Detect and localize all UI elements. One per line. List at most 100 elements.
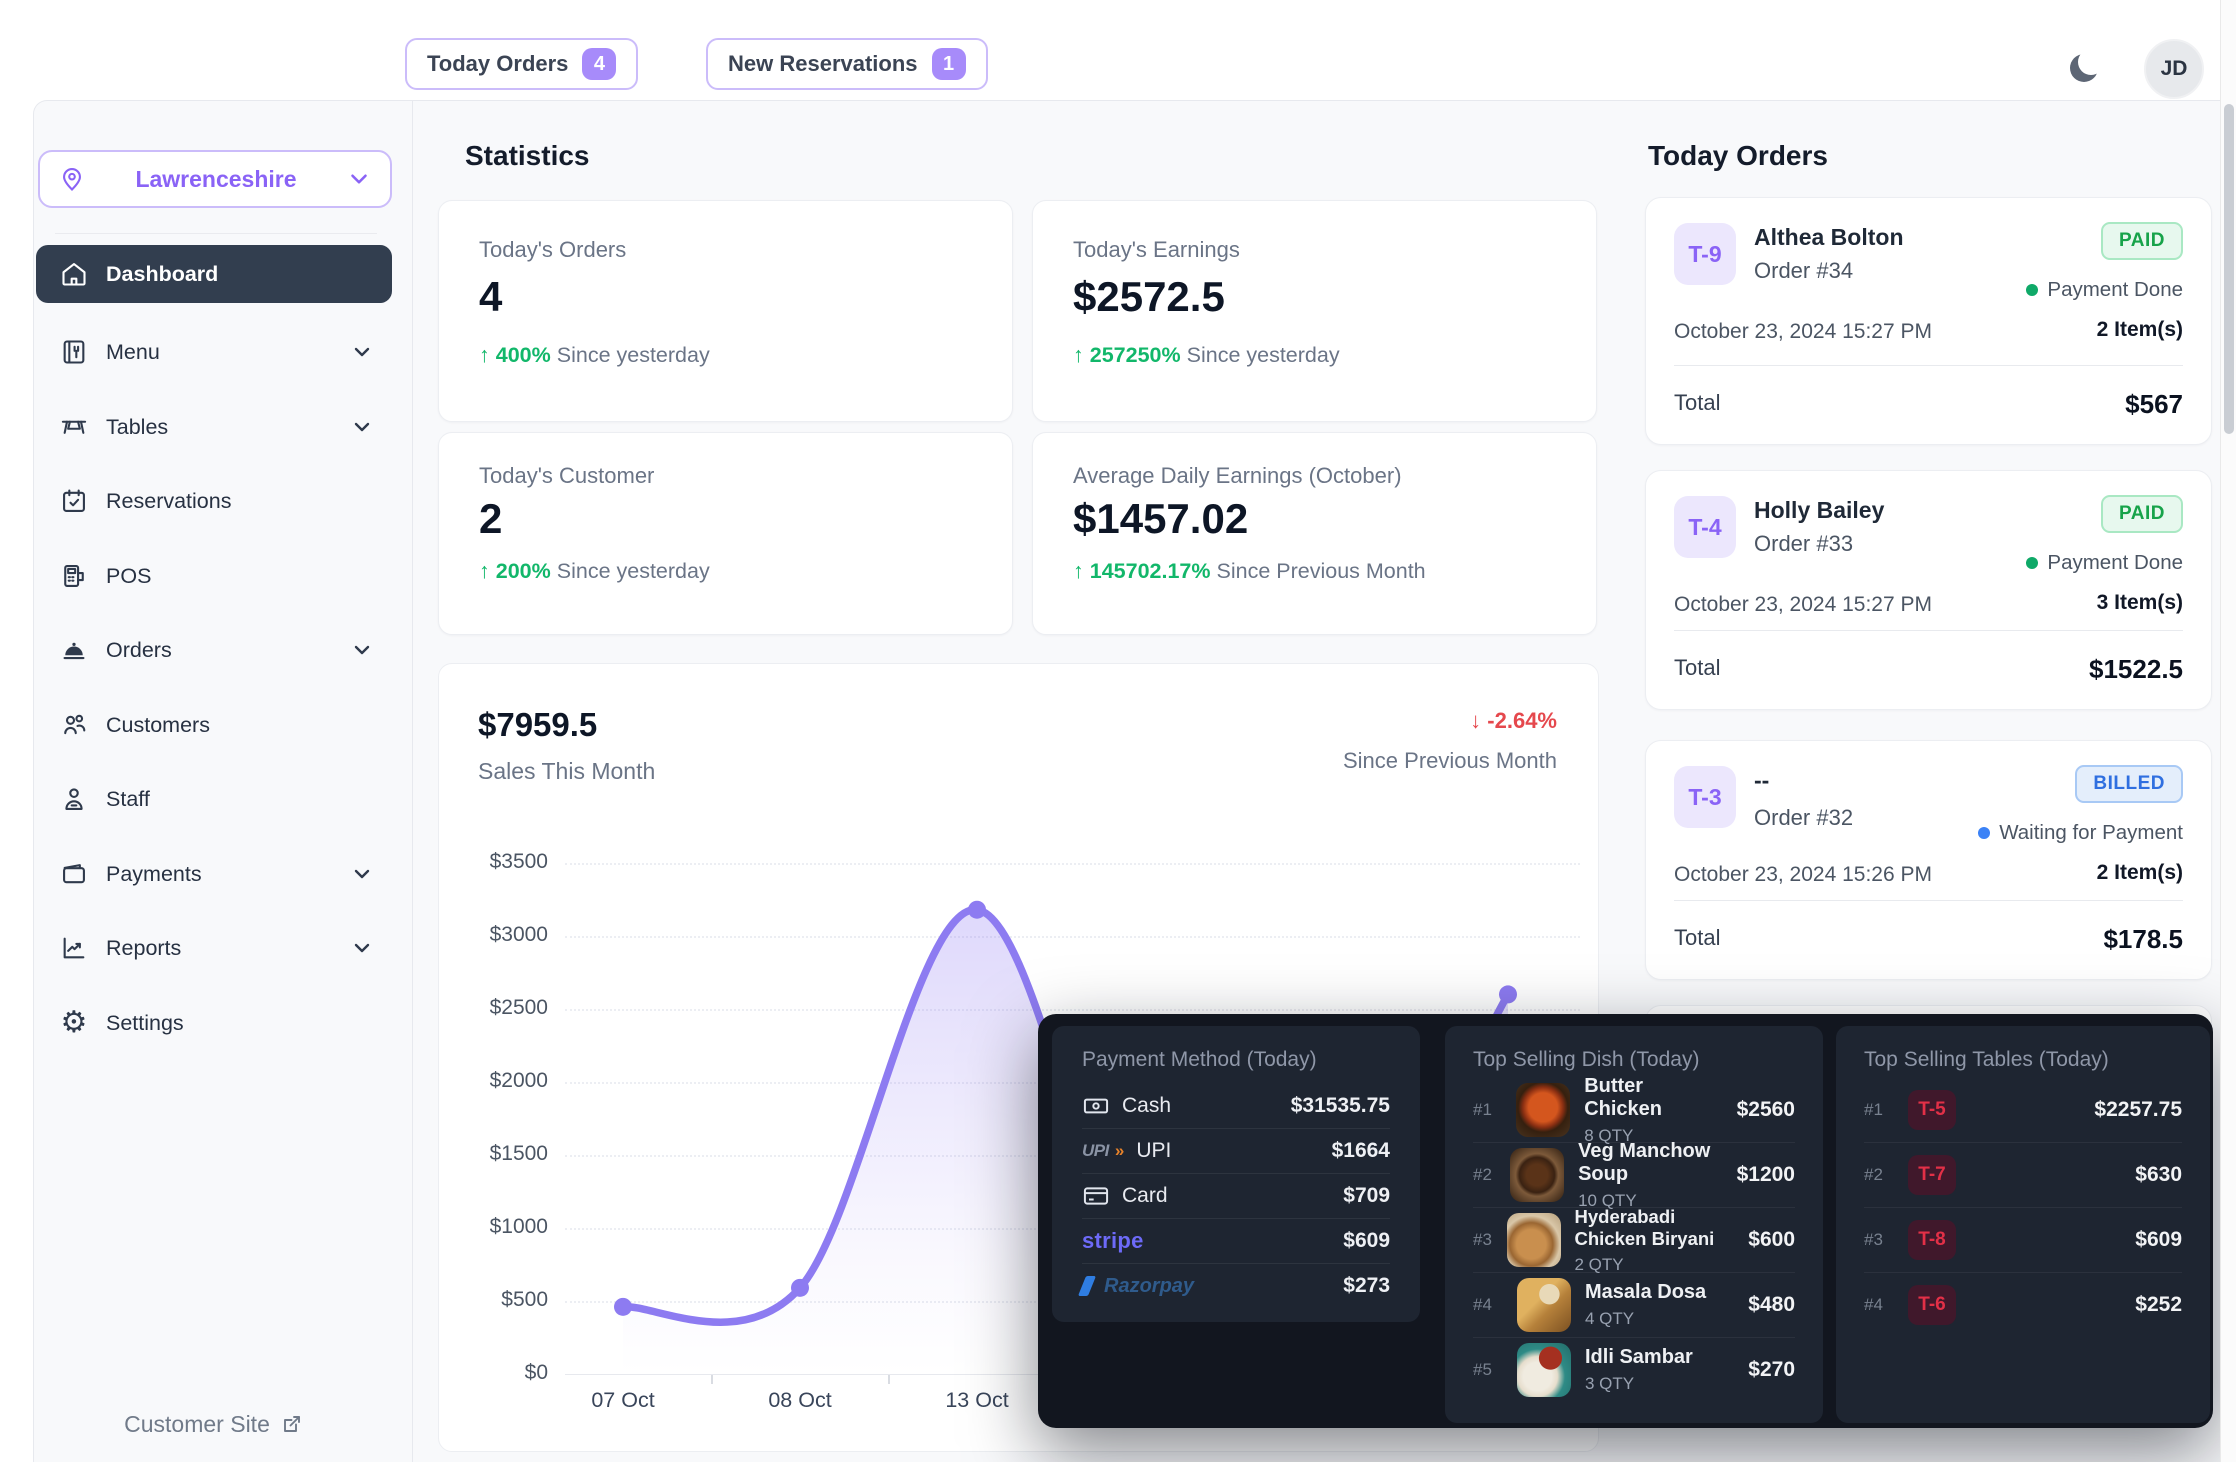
total-label: Total xyxy=(1674,390,1720,416)
chevron-down-icon xyxy=(350,340,374,364)
dish-name: Veg Manchow Soup xyxy=(1578,1140,1723,1186)
page-scrollbar-thumb[interactable] xyxy=(2224,104,2234,434)
customer-name: Holly Bailey xyxy=(1754,497,1884,524)
table-amount: $630 xyxy=(2135,1163,2182,1187)
table-row: #1 T-5 $2257.75 xyxy=(1864,1078,2182,1143)
order-datetime: October 23, 2024 15:27 PM xyxy=(1674,593,1932,617)
y-tick-label: $3000 xyxy=(440,923,548,947)
chevron-down-icon xyxy=(350,936,374,960)
table-amount: $252 xyxy=(2135,1293,2182,1317)
stat-value: 4 xyxy=(479,273,972,321)
sidebar-item-label: POS xyxy=(106,564,151,589)
order-card[interactable]: T-4 Holly Bailey Order #33 PAID Payment … xyxy=(1645,470,2212,710)
gridline xyxy=(565,936,1580,938)
sidebar-item-customers[interactable]: Customers xyxy=(36,696,392,754)
chevron-down-icon xyxy=(350,415,374,439)
payment-method-heading: Payment Method (Today) xyxy=(1082,1048,1317,1072)
x-axis-tick xyxy=(888,1375,890,1384)
sidebar-item-reports[interactable]: Reports xyxy=(36,919,392,977)
chart-report-icon xyxy=(60,934,88,962)
order-card[interactable]: T-9 Althea Bolton Order #34 PAID Payment… xyxy=(1645,197,2212,445)
summary-panels-overlay: Payment Method (Today) Cash $31535.75 UP… xyxy=(1038,1014,2213,1428)
new-reservations-button[interactable]: New Reservations 1 xyxy=(706,38,988,90)
stat-delta-value: 200% xyxy=(496,559,551,584)
table-rank: #3 xyxy=(1864,1230,1894,1250)
status-badge: BILLED xyxy=(2075,765,2183,803)
dish-row: #3 Hyderabadi Chicken Biryani2 QTY $600 xyxy=(1473,1208,1795,1273)
users-icon xyxy=(60,711,88,739)
razorpay-mark-icon xyxy=(1078,1276,1096,1296)
sidebar-item-label: Customers xyxy=(106,713,210,738)
sidebar-divider xyxy=(412,100,413,1462)
order-card-divider xyxy=(1674,630,2183,631)
sidebar-item-menu[interactable]: Menu xyxy=(36,323,392,381)
pos-terminal-icon xyxy=(60,562,88,590)
payment-method-name: Card xyxy=(1122,1184,1168,1208)
dish-amount: $1200 xyxy=(1737,1163,1795,1187)
table-badge: T-9 xyxy=(1674,223,1736,285)
sidebar-item-label: Tables xyxy=(106,415,168,440)
stat-value: $2572.5 xyxy=(1073,273,1556,321)
table-badge: T-6 xyxy=(1908,1285,1956,1325)
table-row: #3 T-8 $609 xyxy=(1864,1208,2182,1273)
trend-up-icon: ↑ xyxy=(479,343,490,368)
sidebar-item-dashboard[interactable]: Dashboard xyxy=(36,245,392,303)
stat-delta-note: Since Previous Month xyxy=(1217,559,1426,584)
dish-amount: $480 xyxy=(1748,1293,1795,1317)
total-label: Total xyxy=(1674,655,1720,681)
customer-name: -- xyxy=(1754,767,1769,794)
sidebar-item-label: Reservations xyxy=(106,489,231,514)
dish-row: #5 Idli Sambar3 QTY $270 xyxy=(1473,1338,1795,1402)
dish-rank: #4 xyxy=(1473,1295,1503,1315)
sidebar-item-label: Payments xyxy=(106,862,202,887)
gridline xyxy=(565,863,1580,865)
sidebar-item-orders[interactable]: Orders xyxy=(36,621,392,679)
y-tick-label: $0 xyxy=(440,1361,548,1385)
sidebar-item-pos[interactable]: POS xyxy=(36,547,392,605)
stat-delta-note: Since yesterday xyxy=(557,343,710,368)
upi-arrow-icon: » xyxy=(1115,1141,1124,1161)
status-detail-text: Payment Done xyxy=(2047,551,2183,575)
top-selling-dish-panel: Top Selling Dish (Today) #1 Butter Chick… xyxy=(1445,1026,1823,1423)
home-icon xyxy=(60,260,88,288)
credit-card-icon xyxy=(1082,1182,1110,1210)
order-card-divider xyxy=(1674,365,2183,366)
stat-delta-note: Since yesterday xyxy=(1187,343,1340,368)
sidebar-item-payments[interactable]: Payments xyxy=(36,845,392,903)
razorpay-logo: Razorpay xyxy=(1104,1275,1194,1298)
dark-mode-toggle[interactable] xyxy=(2062,44,2108,90)
today-orders-heading: Today Orders xyxy=(1648,140,1828,172)
table-badge: T-5 xyxy=(1908,1090,1956,1130)
table-rank: #1 xyxy=(1864,1100,1894,1120)
person-icon xyxy=(60,785,88,813)
sales-subtitle: Sales This Month xyxy=(478,758,655,785)
top-dish-heading: Top Selling Dish (Today) xyxy=(1473,1048,1699,1072)
table-badge: T-8 xyxy=(1908,1220,1956,1260)
order-items-count: 2 Item(s) xyxy=(2097,318,2183,342)
customer-site-link[interactable]: Customer Site xyxy=(36,1402,392,1446)
cash-icon xyxy=(1082,1092,1110,1120)
today-orders-button[interactable]: Today Orders 4 xyxy=(405,38,638,90)
table-icon xyxy=(60,413,88,441)
location-name: Lawrenceshire xyxy=(86,166,346,193)
trend-up-icon: ↑ xyxy=(1073,343,1084,368)
sidebar-item-settings[interactable]: ⚙ Settings xyxy=(36,994,392,1052)
payment-method-row: UPI» UPI $1664 xyxy=(1082,1129,1390,1174)
stat-delta-note: Since yesterday xyxy=(557,559,710,584)
calendar-check-icon xyxy=(60,487,88,515)
dish-image xyxy=(1516,1083,1570,1137)
sidebar-item-staff[interactable]: Staff xyxy=(36,770,392,828)
page-scrollbar-track[interactable] xyxy=(2220,0,2236,1462)
stat-delta-value: 257250% xyxy=(1090,343,1181,368)
dish-name: Masala Dosa xyxy=(1585,1281,1706,1304)
new-reservations-button-label: New Reservations xyxy=(728,51,918,77)
sidebar-item-tables[interactable]: Tables xyxy=(36,398,392,456)
status-dot-icon xyxy=(2026,284,2038,296)
sidebar-item-reservations[interactable]: Reservations xyxy=(36,472,392,530)
dish-name: Butter Chicken xyxy=(1584,1075,1722,1121)
customer-site-label: Customer Site xyxy=(124,1411,270,1438)
order-card[interactable]: T-3 -- Order #32 BILLED Waiting for Paym… xyxy=(1645,740,2212,980)
moon-icon xyxy=(2065,47,2105,87)
location-selector[interactable]: Lawrenceshire xyxy=(38,150,392,208)
user-avatar[interactable]: JD xyxy=(2144,39,2204,99)
